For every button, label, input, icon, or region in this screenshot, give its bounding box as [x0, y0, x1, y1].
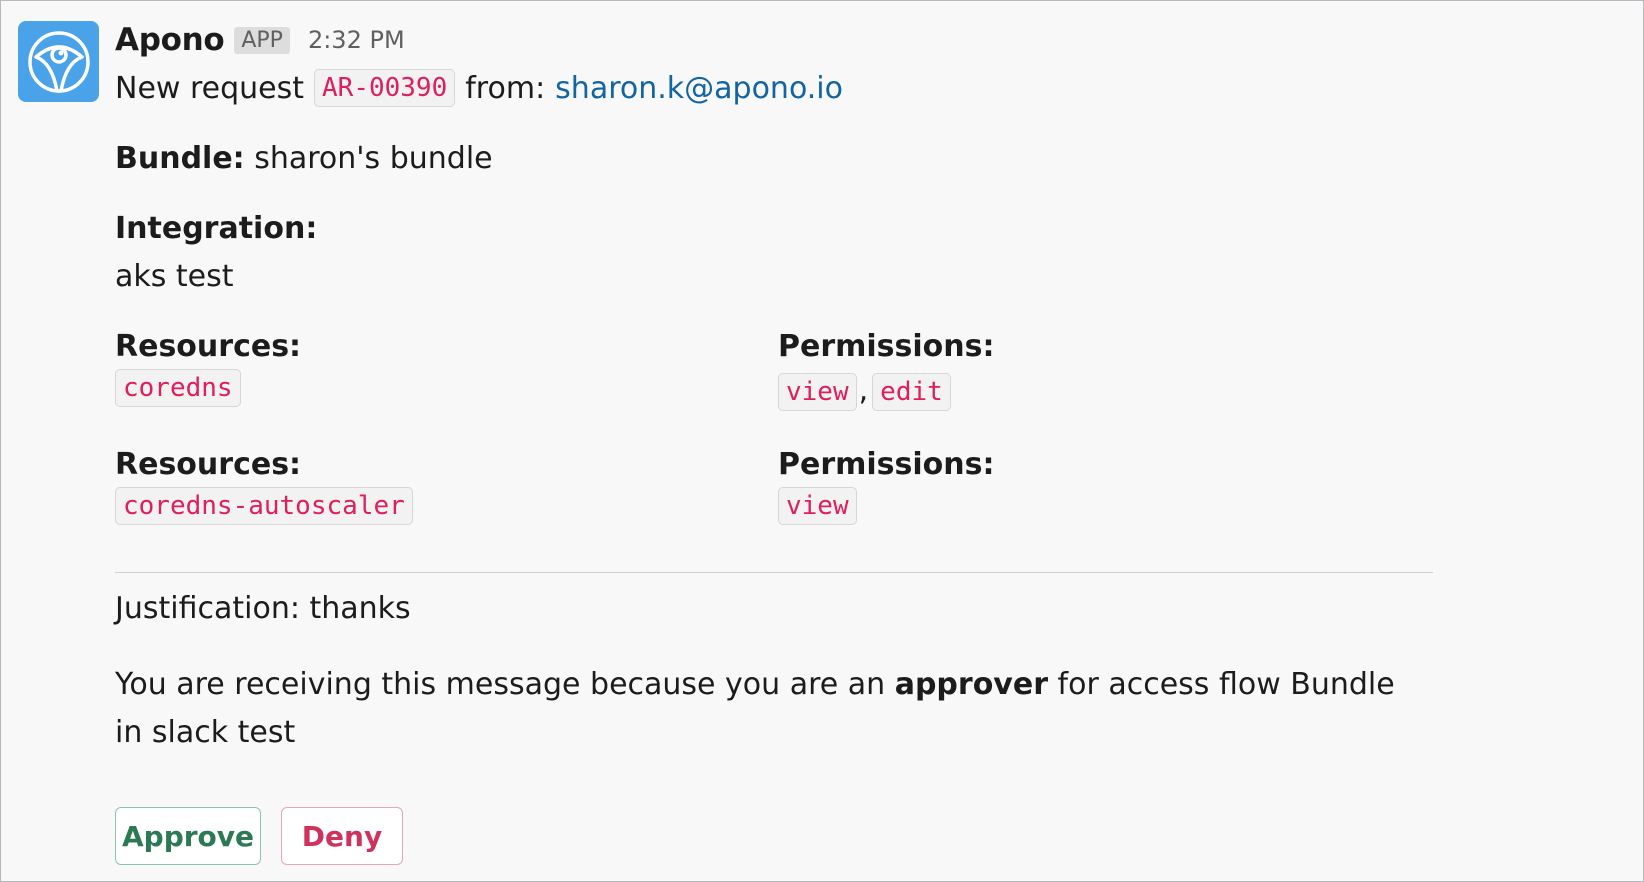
message-content: Apono APP 2:32 PM New request AR-00390 f… [115, 19, 1435, 865]
resources-label: Resources: [115, 329, 302, 364]
approve-button[interactable]: Approve [115, 807, 261, 865]
notice-prefix: You are receiving this message because y… [115, 667, 886, 702]
justification-text: Justification: thanks [115, 591, 411, 626]
request-line: New request AR-00390 from: sharon.k@apon… [115, 65, 1435, 111]
section-divider [115, 572, 1433, 573]
resources-label: Resources: [115, 447, 302, 482]
resource-code: coredns-autoscaler [115, 487, 413, 525]
deny-button[interactable]: Deny [281, 807, 403, 865]
from-label: from: [465, 70, 546, 106]
app-badge: APP [234, 26, 290, 54]
permission-code: view [778, 373, 857, 411]
permission-code: edit [872, 373, 951, 411]
message-timestamp[interactable]: 2:32 PM [308, 26, 405, 54]
message-header: Apono APP 2:32 PM [115, 19, 1435, 61]
bundle-label: Bundle: [115, 141, 245, 176]
app-name[interactable]: Apono [115, 22, 225, 58]
notice-role: approver [894, 667, 1048, 702]
integration-value: aks test [115, 259, 234, 294]
permissions-value: view, edit [778, 373, 951, 411]
permissions-label: Permissions: [778, 447, 995, 482]
integration-label: Integration: [115, 211, 318, 246]
apono-eye-logo-icon [27, 30, 90, 93]
requester-email-link[interactable]: sharon.k@apono.io [555, 71, 843, 106]
resource-code: coredns [115, 369, 241, 407]
permissions-label: Permissions: [778, 329, 995, 364]
bundle-line: Bundle: sharon's bundle [115, 141, 493, 176]
bundle-value: sharon's bundle [254, 141, 493, 176]
permission-code: view [778, 487, 857, 525]
approver-notice: You are receiving this message because y… [115, 661, 1425, 757]
resources-value: coredns [115, 369, 241, 407]
request-id-code: AR-00390 [314, 69, 456, 107]
request-prefix: New request [115, 70, 305, 106]
message-card: Apono APP 2:32 PM New request AR-00390 f… [0, 0, 1644, 882]
resources-value: coredns-autoscaler [115, 487, 413, 525]
permissions-value: view [778, 487, 857, 525]
app-avatar[interactable] [18, 21, 99, 102]
